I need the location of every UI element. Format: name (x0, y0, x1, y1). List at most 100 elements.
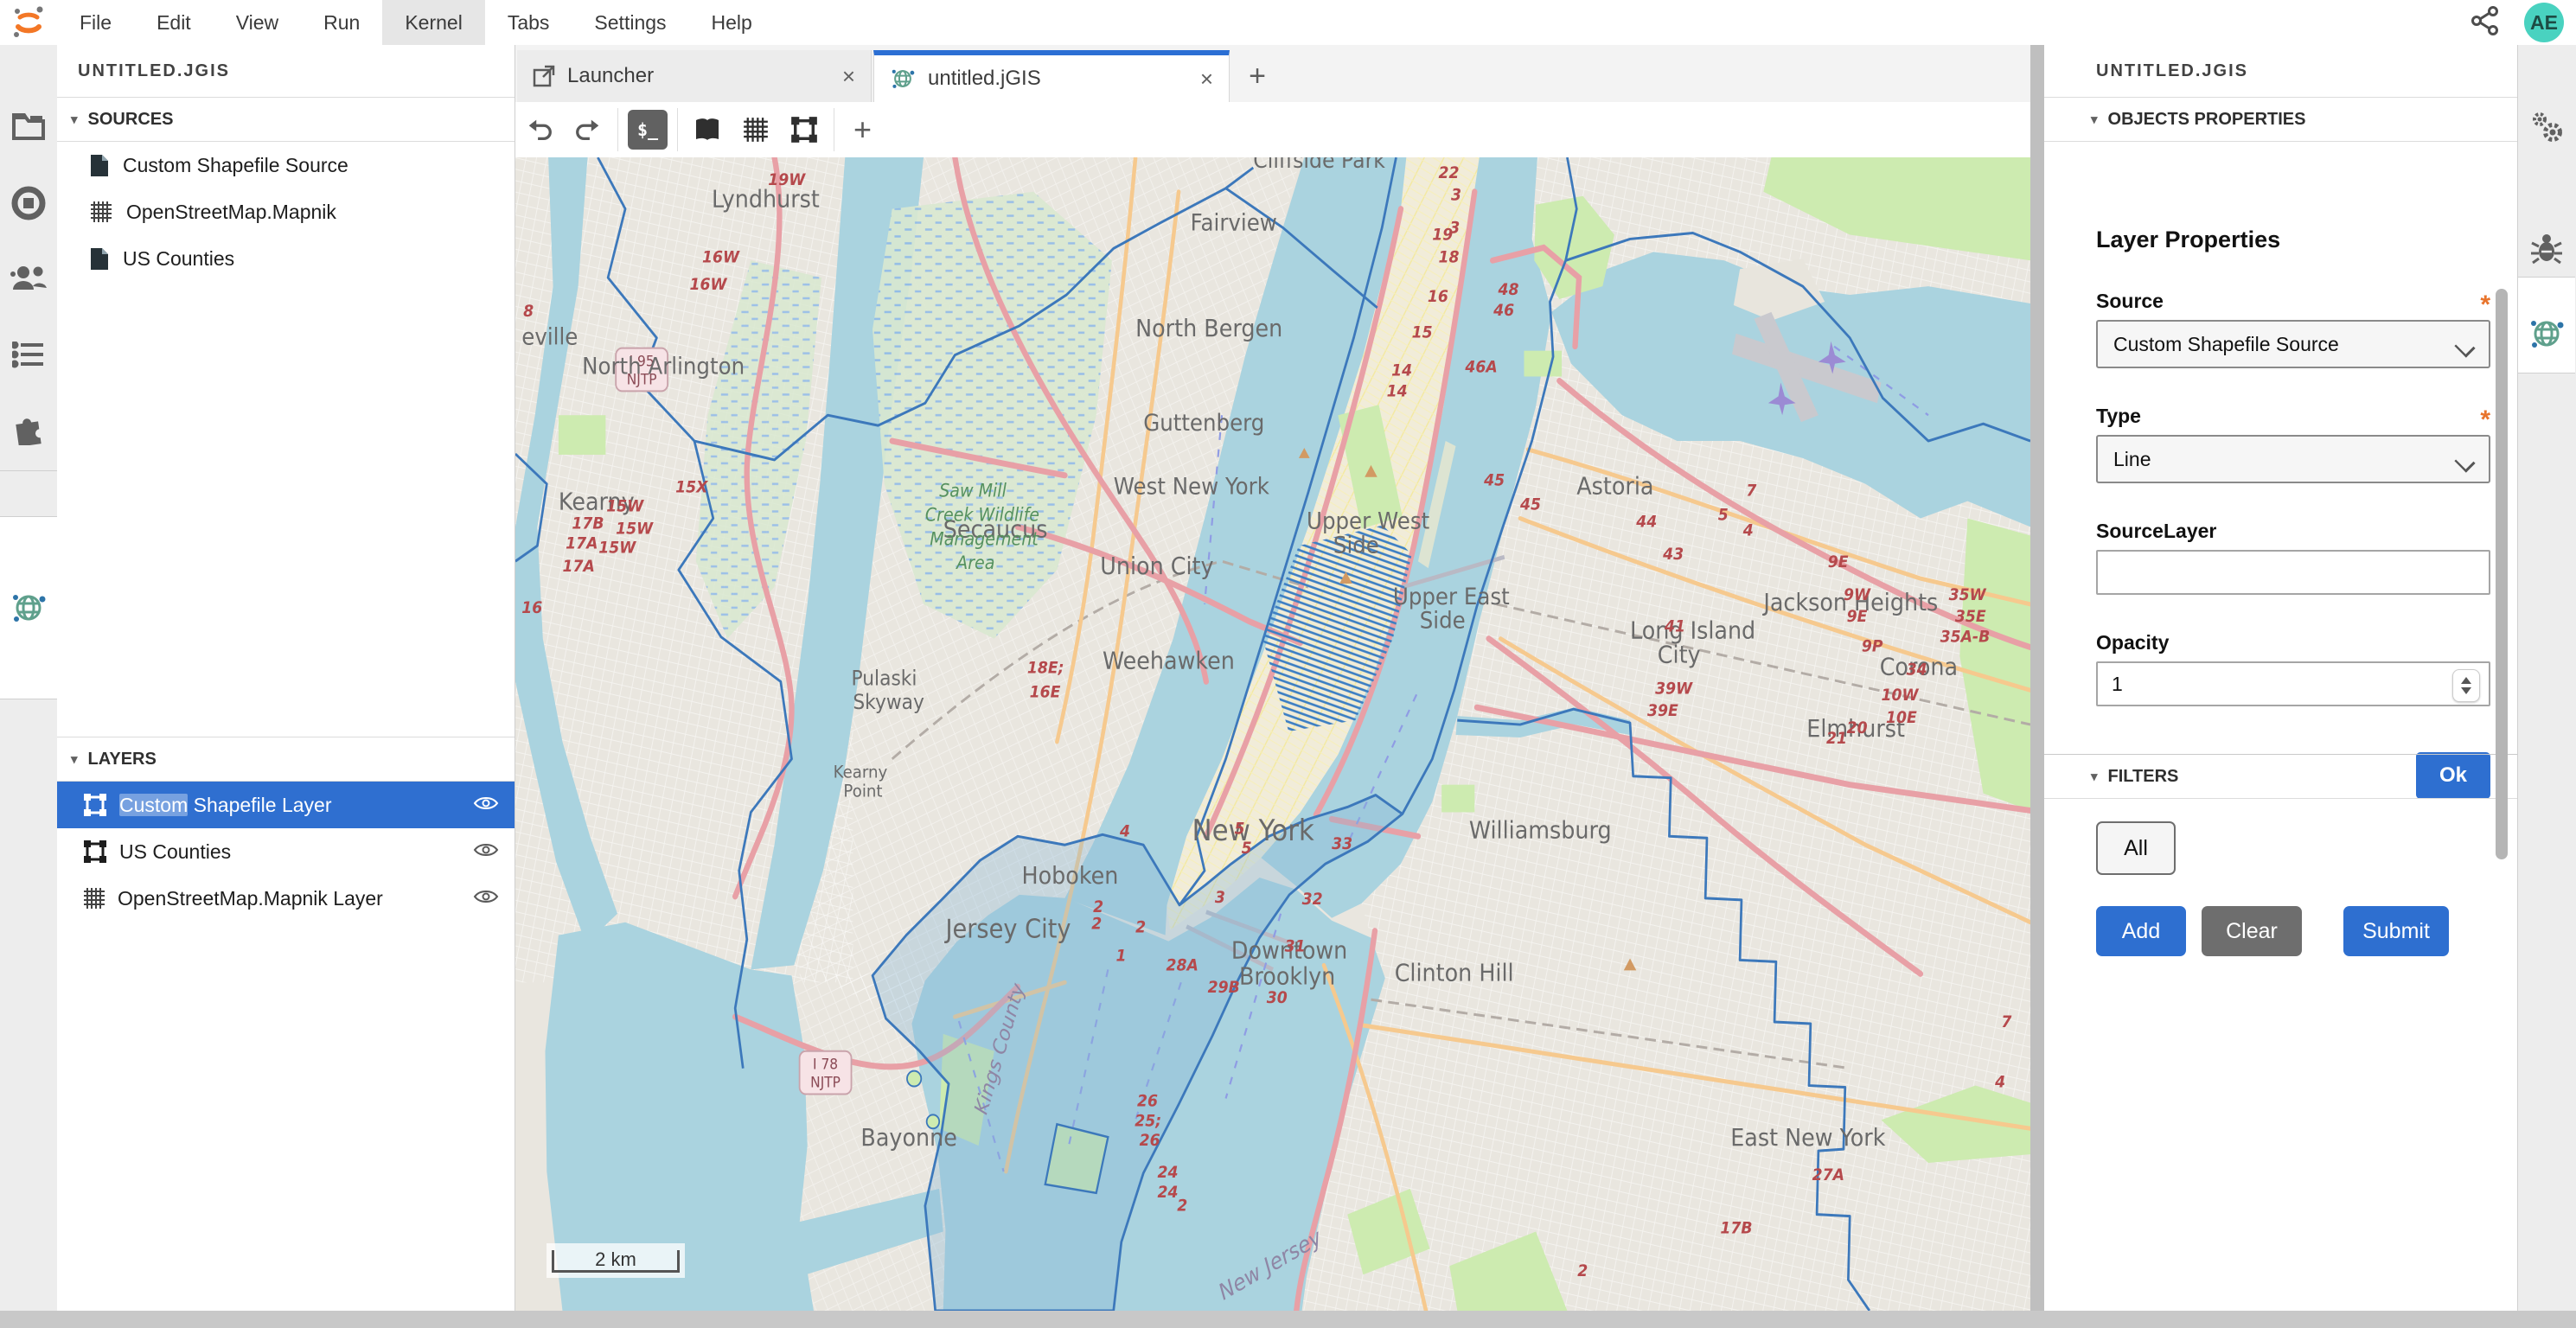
map-label: 31 (1285, 937, 1306, 956)
map-label: Kearny (834, 763, 888, 782)
left-panel-title: UNTITLED.JGIS (57, 45, 515, 98)
source-item-us-counties[interactable]: US Counties (57, 235, 515, 282)
objects-properties-header[interactable]: ▾ OBJECTS PROPERTIES (2044, 98, 2517, 142)
file-browser-icon[interactable] (0, 97, 57, 157)
chevron-down-icon (2454, 336, 2475, 357)
filter-all-button[interactable]: All (2096, 821, 2176, 875)
menu-edit[interactable]: Edit (134, 0, 214, 45)
map-label: 24 (1158, 1163, 1179, 1182)
map-label: 2 (1577, 1262, 1588, 1281)
console-button[interactable]: $_ (623, 107, 672, 152)
map-label: 4 (1994, 1073, 2005, 1092)
filters-section-header[interactable]: ▾ FILTERS (2044, 754, 2517, 799)
map-label: 14 (1387, 382, 1408, 401)
tab-untitled-jgis[interactable]: untitled.jGIS × (873, 50, 1230, 102)
map-label: 4 (1119, 822, 1130, 841)
filter-clear-button[interactable]: Clear (2202, 906, 2302, 956)
menu-view[interactable]: View (214, 0, 301, 45)
map-label: 18 (1439, 248, 1460, 267)
source-select[interactable]: Custom Shapefile Source (2096, 320, 2490, 368)
map-scale-bar: 2 km (547, 1243, 685, 1278)
map-label: New York (1192, 814, 1314, 848)
layer-item-custom-shapefile[interactable]: Custom Shapefile Layer (57, 782, 515, 828)
jupyter-logo-icon (0, 0, 57, 45)
new-tab-button[interactable]: + (1235, 50, 1280, 102)
map-label: Side (1420, 608, 1466, 635)
map-label: Union City (1100, 552, 1213, 580)
layer-item-us-counties[interactable]: US Counties (57, 828, 515, 875)
required-asterisk-icon: * (2480, 412, 2490, 428)
add-raster-layer-button[interactable] (732, 107, 780, 152)
collaborators-icon[interactable] (0, 249, 57, 310)
filter-add-button[interactable]: Add (2096, 906, 2186, 956)
visibility-eye-icon[interactable] (473, 887, 499, 910)
tab-launcher[interactable]: Launcher × (517, 50, 872, 102)
map-label: Management (930, 527, 1039, 549)
launcher-icon (533, 65, 555, 87)
jgis-sidebar-tab[interactable] (0, 516, 57, 699)
svg-text:I 78: I 78 (813, 1056, 838, 1073)
map-label: Skyway (853, 691, 924, 714)
filter-submit-button[interactable]: Submit (2343, 906, 2449, 956)
menu-run[interactable]: Run (301, 0, 382, 45)
running-kernels-icon[interactable] (0, 173, 57, 233)
map-label: 14 (1391, 361, 1412, 380)
tab-close-icon[interactable]: × (821, 63, 855, 90)
share-icon[interactable] (2469, 4, 2502, 42)
redo-button[interactable] (564, 107, 612, 152)
map-canvas[interactable]: I 95NJTPI 78NJTP LyndhurstCliffside Park… (515, 157, 2030, 1311)
add-layer-button[interactable]: + (840, 112, 885, 148)
table-of-contents-icon[interactable] (0, 325, 57, 386)
menu-settings[interactable]: Settings (572, 0, 688, 45)
map-label: Bayonne (860, 1124, 956, 1152)
basemap-gallery-button[interactable] (683, 107, 732, 152)
map-label: 17B (572, 514, 604, 533)
undo-button[interactable] (515, 107, 564, 152)
source-item-openstreetmap[interactable]: OpenStreetMap.Mapnik (57, 188, 515, 235)
map-label: 9E (1828, 552, 1849, 571)
visibility-eye-icon[interactable] (473, 840, 499, 864)
source-field-label: Source (2096, 290, 2164, 313)
menu-tabs[interactable]: Tabs (485, 0, 572, 45)
panel-splitter[interactable] (2030, 45, 2044, 1311)
menu-file[interactable]: File (57, 0, 134, 45)
map-label: 30 (1267, 988, 1288, 1007)
avatar[interactable]: AE (2524, 3, 2564, 42)
map-label: 10E (1886, 708, 1917, 727)
map-label: 48 (1498, 280, 1519, 299)
menu-help[interactable]: Help (689, 0, 775, 45)
map-label: Cliffside Park (1253, 157, 1385, 173)
opacity-input[interactable]: 1 (2096, 661, 2490, 706)
map-label: Point (843, 782, 882, 801)
layers-section-header[interactable]: ▾ LAYERS (57, 737, 515, 782)
extensions-icon[interactable] (0, 398, 57, 458)
jgis-right-tab[interactable] (2518, 277, 2575, 374)
map-label: 16E (1030, 683, 1061, 702)
status-bar (0, 1311, 2576, 1328)
visibility-eye-icon[interactable] (473, 794, 499, 817)
menu-bar: File Edit View Run Kernel Tabs Settings … (0, 0, 2576, 46)
menu-kernel[interactable]: Kernel (382, 0, 484, 45)
map-label: North Arlington (582, 353, 745, 380)
scrollbar-thumb[interactable] (2496, 289, 2508, 859)
left-activity-bar (0, 45, 58, 1328)
sourcelayer-input[interactable] (2096, 550, 2490, 595)
tab-close-icon[interactable]: × (1179, 66, 1213, 93)
layer-item-openstreetmap[interactable]: OpenStreetMap.Mapnik Layer (57, 875, 515, 922)
map-label: 17A (562, 557, 594, 576)
property-inspector-icon[interactable] (2518, 97, 2575, 157)
map-label: Upper West (1307, 508, 1429, 534)
type-field-label: Type (2096, 405, 2141, 428)
caret-down-icon: ▾ (71, 112, 78, 127)
map-label: 27A (1812, 1165, 1844, 1184)
source-item-custom-shapefile[interactable]: Custom Shapefile Source (57, 142, 515, 188)
add-vector-layer-button[interactable] (780, 107, 828, 152)
map-label: 1 (1115, 947, 1126, 966)
number-stepper[interactable] (2452, 669, 2480, 702)
debugger-bug-icon[interactable] (2518, 218, 2575, 278)
type-select[interactable]: Line (2096, 435, 2490, 483)
map-label: Saw Mill (939, 480, 1007, 501)
map-label: 46A (1464, 358, 1497, 377)
sources-section-header[interactable]: ▾ SOURCES (57, 98, 515, 142)
map-label: 35W (1949, 585, 1987, 604)
